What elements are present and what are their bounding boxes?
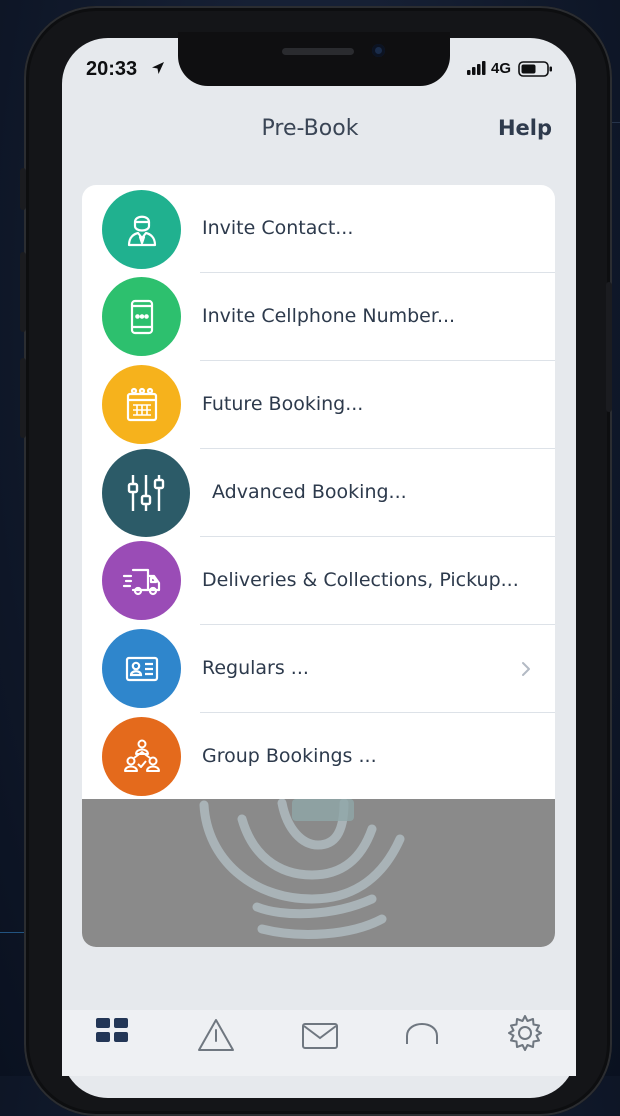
menu-item-invite-contact[interactable]: Invite Contact... [82, 185, 555, 273]
location-arrow-icon [152, 62, 164, 74]
menu-item-label: Advanced Booking... [212, 481, 407, 503]
contact-icon [102, 190, 181, 269]
speaker-grille [282, 48, 354, 55]
menu-item-label: Deliveries & Collections, Pickup... [202, 569, 519, 591]
menu-item-label: Group Bookings ... [202, 745, 377, 767]
menu-item-label: Regulars ... [202, 657, 309, 679]
help-button[interactable]: Help [498, 116, 552, 140]
gear-icon[interactable] [506, 1014, 544, 1052]
notch [178, 32, 450, 86]
menu-item-regulars[interactable]: Regulars ... [82, 625, 555, 713]
mail-icon[interactable] [302, 1014, 338, 1050]
menu-item-label: Future Booking... [202, 393, 364, 415]
chevron-right-icon [522, 662, 530, 676]
menu-overlay-backdrop [82, 798, 555, 947]
group-icon [102, 717, 181, 796]
delivery-truck-icon [102, 541, 181, 620]
fingerprint-watermark [199, 798, 405, 939]
menu-item-label: Invite Contact... [202, 217, 354, 239]
menu-item-group-bookings[interactable]: Group Bookings ... [82, 713, 555, 801]
menu-item-future-booking[interactable]: Future Booking... [82, 361, 555, 449]
network-type: 4G [491, 60, 512, 77]
cellphone-icon [102, 277, 181, 356]
calendar-icon [102, 365, 181, 444]
headset-icon[interactable] [403, 1014, 441, 1052]
sliders-icon [102, 449, 190, 537]
signal-icon [467, 61, 486, 75]
menu-item-deliveries[interactable]: Deliveries & Collections, Pickup... [82, 537, 555, 625]
status-time: 20:33 [86, 58, 138, 80]
phone-volume-up [20, 252, 26, 332]
id-card-icon [102, 629, 181, 708]
menu-item-invite-cellphone[interactable]: Invite Cellphone Number... [82, 273, 555, 361]
battery-icon [518, 61, 552, 77]
phone-mute-switch [20, 168, 26, 210]
menu-item-label: Invite Cellphone Number... [202, 305, 456, 327]
alert-icon[interactable] [195, 1014, 237, 1054]
dashboard-icon[interactable] [96, 1014, 130, 1048]
prebook-menu-card: Invite Contact... Invite Cellphone Numbe… [82, 185, 555, 947]
phone-power-button [606, 282, 612, 412]
front-camera [372, 44, 385, 57]
menu-item-advanced-booking[interactable]: Advanced Booking... [82, 449, 555, 537]
phone-volume-down [20, 358, 26, 438]
